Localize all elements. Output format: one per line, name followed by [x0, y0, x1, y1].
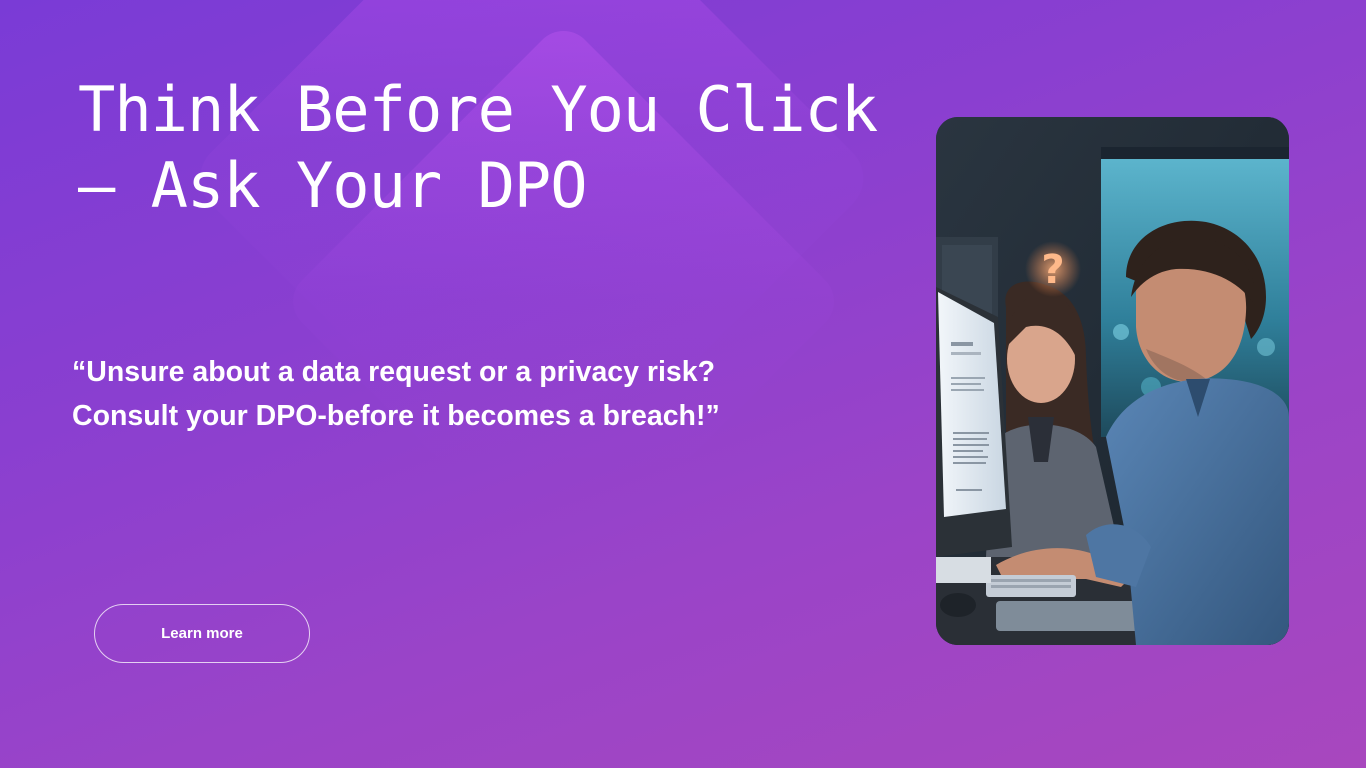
- learn-more-button[interactable]: Learn more: [94, 604, 310, 663]
- svg-text:?: ?: [1041, 247, 1064, 293]
- headline: Think Before You Click – Ask Your DPO: [78, 73, 878, 222]
- office-photo: ?: [936, 117, 1289, 645]
- quote-line-1: “Unsure about a data request or a privac…: [72, 356, 716, 388]
- quote-text: “Unsure about a data request or a privac…: [72, 350, 892, 438]
- quote-line-2: Consult your DPO-before it becomes a bre…: [72, 400, 720, 432]
